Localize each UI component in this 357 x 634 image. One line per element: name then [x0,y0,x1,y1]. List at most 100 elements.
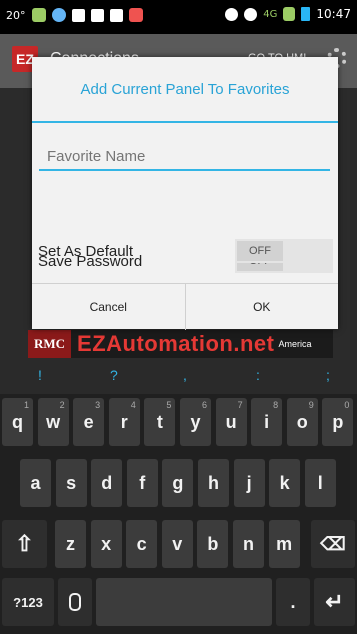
sync-icon [225,7,239,21]
key-d[interactable]: d [91,459,123,507]
key-number-hint: 5 [166,400,172,410]
key-m-label: m [276,533,293,554]
key-r[interactable]: r4 [108,398,140,446]
brand-tag: America [278,339,312,349]
key-b-label: b [207,533,219,554]
key-number-hint: 4 [130,400,136,410]
favorite-name-input[interactable] [39,143,330,171]
numbers-key[interactable]: ?123 [2,578,54,626]
app-icon [128,8,143,22]
dialog-divider [32,121,338,123]
key-number-hint: 6 [201,400,207,410]
key-o[interactable]: o9 [286,398,318,446]
space-key[interactable] [96,578,272,626]
set-default-toggle[interactable]: OFF [235,239,333,263]
key-a[interactable]: a [20,459,51,507]
period-key[interactable]: . [276,578,310,626]
notification-icon [51,8,66,22]
set-default-label: Set As Default [38,243,134,260]
brand-logo: EZAutomation.net [77,331,275,356]
signal-icon [283,7,296,21]
delete-key[interactable]: ⌫ [311,520,355,568]
suggestion-key[interactable]: ; [326,367,330,383]
key-n[interactable]: n [233,520,264,568]
key-t-label: t [156,411,163,432]
temperature: 20° [6,8,26,22]
key-x[interactable]: x [90,520,122,568]
mic-key[interactable]: mic-icon [58,578,92,626]
key-g[interactable]: g [162,459,194,507]
key-number-hint: 2 [59,400,65,410]
key-m[interactable]: m [268,520,300,568]
key-v-label: v [172,533,183,554]
mail-icon [71,8,85,22]
clock: 10:47 [316,7,351,21]
suggestion-key[interactable]: ? [110,367,118,383]
suggestion-key[interactable]: ! [38,367,42,383]
mic-icon [69,593,81,611]
key-h-label: h [208,472,219,493]
key-number-hint: 9 [308,400,314,410]
key-z[interactable]: z [55,520,86,568]
key-j-label: j [246,472,252,493]
key-y-label: y [190,411,201,432]
key-e-label: e [83,411,94,432]
key-f[interactable]: f [126,459,158,507]
set-default-state: OFF [237,241,283,261]
key-n-label: n [243,533,254,554]
key-p[interactable]: p0 [322,398,354,446]
delete-key-label: ⌫ [320,533,346,554]
suggestion-key[interactable]: , [183,367,187,383]
key-c[interactable]: c [126,520,158,568]
key-number-hint: 8 [273,400,279,410]
status-bar: 20° 4G 10:47 [0,0,357,34]
key-number-hint: 1 [23,400,29,410]
cancel-button[interactable]: Cancel [32,284,185,330]
image-icon [90,8,104,22]
key-k-label: k [279,472,290,493]
key-a-label: a [30,472,41,493]
key-b[interactable]: b [197,520,229,568]
key-h[interactable]: h [198,459,229,507]
key-i-label: i [264,411,270,432]
key-x-label: x [101,533,112,554]
dialog-title: Add Current Panel To Favorites [80,80,290,98]
suggestion-key[interactable]: : [256,367,260,383]
key-k[interactable]: k [269,459,301,507]
key-u[interactable]: u7 [215,398,247,446]
key-v[interactable]: v [161,520,193,568]
key-number-hint: 3 [95,400,101,410]
keyboard: ! ? , : ; q 1 w 2 e 3 r 4 t 5 y 6 u 7 i 8 o 9 p 0 a s d f g h j k l ⇧… [0,360,357,634]
key-u-label: u [225,411,237,432]
shift-key[interactable]: ⇧ [2,520,47,568]
add-favorite-dialog: Add Current Panel To Favorites Save Pass… [32,57,339,330]
ez-banner: RMC EZAutomation.net America [28,330,333,358]
key-e[interactable]: e3 [73,398,105,446]
suggestion-bar: ! ? , : ; [0,360,357,394]
key-l-label: l [317,472,323,493]
key-q-label: q [12,411,23,432]
key-f-label: f [139,472,146,493]
key-s[interactable]: s [55,459,87,507]
status-icons-right: 4G 10:47 [225,7,351,21]
key-w[interactable]: w2 [37,398,69,446]
usb-icon [109,8,123,22]
key-z-label: z [66,533,75,554]
key-y[interactable]: y6 [180,398,211,446]
key-q[interactable]: q1 [2,398,33,446]
key-r-label: r [120,411,128,432]
key-s-label: s [66,472,77,493]
key-l[interactable]: l [304,459,336,507]
rmc-logo: RMC [28,330,72,358]
key-g-label: g [172,472,184,493]
key-t[interactable]: t5 [144,398,176,446]
key-number-hint: 0 [344,400,350,410]
ok-button[interactable]: OK [184,284,339,330]
key-d-label: d [101,472,113,493]
battery-icon [301,7,311,21]
key-p-label: p [332,411,344,432]
alarm-icon [244,7,258,21]
key-i[interactable]: i8 [251,398,283,446]
enter-key[interactable]: ↵ [314,578,355,626]
key-j[interactable]: j [233,459,265,507]
